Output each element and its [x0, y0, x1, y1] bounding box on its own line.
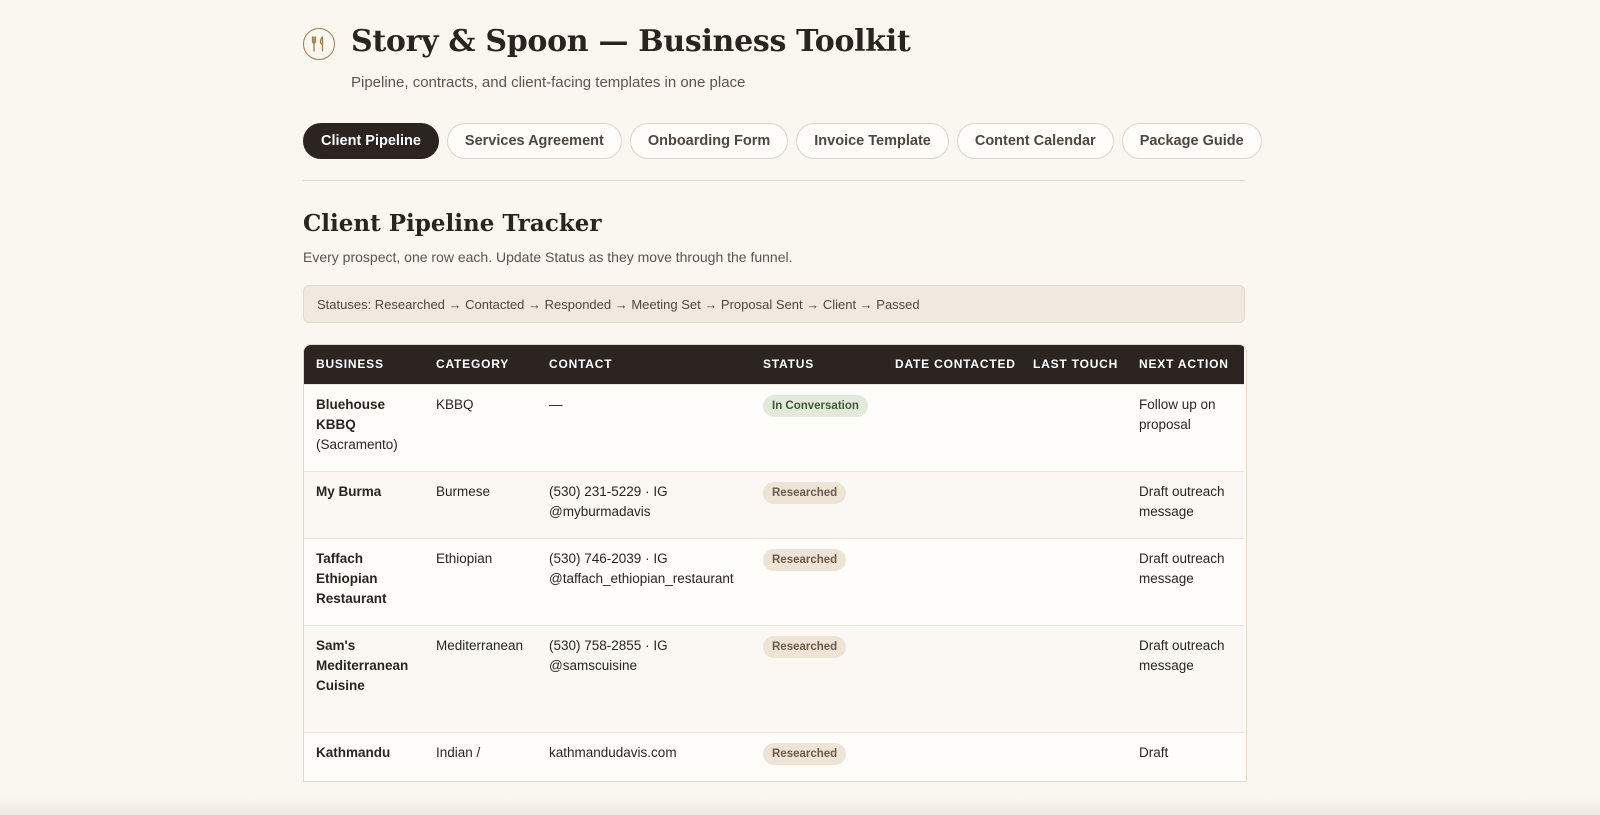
- cell-business[interactable]: My Burma: [304, 470, 424, 538]
- business-name: My Burma: [316, 483, 382, 499]
- table-row[interactable]: Sam's Mediterranean Cuisine Mediterranea…: [304, 624, 1244, 732]
- cell-date-contacted[interactable]: [883, 731, 1021, 781]
- cell-date-contacted[interactable]: [883, 624, 1021, 732]
- tab-invoice-template[interactable]: Invoice Template: [796, 123, 949, 159]
- statuses-legend: Statuses: Researched → Contacted → Respo…: [303, 285, 1245, 323]
- cell-contact[interactable]: (530) 746-2039 · IG @taffach_ethiopian_r…: [537, 537, 751, 625]
- cell-category[interactable]: Indian /: [424, 731, 537, 781]
- column-header-business[interactable]: Business: [304, 345, 424, 384]
- status-badge[interactable]: In Conversation: [763, 394, 868, 417]
- column-header-status[interactable]: Status: [751, 345, 883, 384]
- bottom-scroll-shadow: [0, 798, 1600, 815]
- cell-category[interactable]: KBBQ: [424, 383, 537, 471]
- cell-next-action[interactable]: Draft outreach message: [1127, 470, 1244, 538]
- cell-last-touch[interactable]: [1021, 537, 1127, 625]
- table-row[interactable]: Bluehouse KBBQ (Sacramento) KBBQ — In Con…: [304, 383, 1244, 471]
- business-name: Sam's Mediterranean Cuisine: [316, 637, 409, 693]
- business-name: Bluehouse KBBQ: [316, 396, 386, 432]
- cell-last-touch[interactable]: [1021, 383, 1127, 471]
- cell-next-action[interactable]: Draft outreach message: [1127, 624, 1244, 732]
- column-header-contact[interactable]: Contact: [537, 345, 751, 384]
- pipeline-table: Business Category Contact Status Date Co…: [303, 344, 1247, 782]
- page-title: Story & Spoon — Business Toolkit: [351, 24, 911, 59]
- column-header-last-touch[interactable]: Last Touch: [1021, 345, 1127, 384]
- cell-contact[interactable]: (530) 231-5229 · IG @myburmadavis: [537, 470, 751, 538]
- cell-business[interactable]: Bluehouse KBBQ (Sacramento): [304, 383, 424, 471]
- cell-status[interactable]: In Conversation: [751, 383, 883, 471]
- cell-status[interactable]: Researched: [751, 731, 883, 781]
- cell-status[interactable]: Researched: [751, 624, 883, 732]
- status-badge[interactable]: Researched: [763, 635, 847, 658]
- column-header-date-contacted[interactable]: Date Contacted: [883, 345, 1021, 384]
- cell-business[interactable]: Taffach Ethiopian Restaurant: [304, 537, 424, 625]
- tab-services-agreement[interactable]: Services Agreement: [446, 123, 622, 159]
- tab-package-guide[interactable]: Package Guide: [1121, 123, 1262, 159]
- divider: [303, 180, 1245, 181]
- cell-next-action[interactable]: Draft: [1127, 731, 1244, 781]
- cell-category[interactable]: Burmese: [424, 470, 537, 538]
- business-location: (Sacramento): [316, 436, 398, 452]
- column-header-next-action[interactable]: Next Action: [1127, 345, 1244, 384]
- page-subtitle: Pipeline, contracts, and client-facing t…: [351, 74, 746, 91]
- fork-spoon-icon: [303, 28, 335, 60]
- cell-contact[interactable]: kathmandudavis.com: [537, 731, 751, 781]
- cell-date-contacted[interactable]: [883, 383, 1021, 471]
- cell-next-action[interactable]: Draft outreach message: [1127, 537, 1244, 625]
- cell-status[interactable]: Researched: [751, 470, 883, 538]
- cell-date-contacted[interactable]: [883, 470, 1021, 538]
- cell-last-touch[interactable]: [1021, 731, 1127, 781]
- status-badge[interactable]: Researched: [763, 742, 847, 765]
- header: Story & Spoon — Business Toolkit Pipelin…: [303, 0, 1245, 94]
- cell-category[interactable]: Ethiopian: [424, 537, 537, 625]
- cell-status[interactable]: Researched: [751, 537, 883, 625]
- table-row[interactable]: My Burma Burmese (530) 231-5229 · IG @my…: [304, 470, 1244, 538]
- cell-last-touch[interactable]: [1021, 470, 1127, 538]
- tab-client-pipeline[interactable]: Client Pipeline: [303, 123, 439, 159]
- column-header-category[interactable]: Category: [424, 345, 537, 384]
- section-title: Client Pipeline Tracker: [303, 210, 602, 237]
- tab-bar: Client Pipeline Services Agreement Onboa…: [303, 123, 1262, 159]
- cell-date-contacted[interactable]: [883, 537, 1021, 625]
- cell-next-action[interactable]: Follow up on proposal: [1127, 383, 1244, 471]
- tab-content-calendar[interactable]: Content Calendar: [956, 123, 1114, 159]
- page: Story & Spoon — Business Toolkit Pipelin…: [303, 0, 1262, 782]
- table-row[interactable]: Taffach Ethiopian Restaurant Ethiopian (…: [304, 537, 1244, 625]
- section-description: Every prospect, one row each. Update Sta…: [303, 249, 793, 265]
- cell-category[interactable]: Mediterranean: [424, 624, 537, 732]
- table-header-row: Business Category Contact Status Date Co…: [304, 345, 1244, 384]
- business-name: Kathmandu: [316, 744, 391, 760]
- status-badge[interactable]: Researched: [763, 481, 847, 504]
- status-badge[interactable]: Researched: [763, 548, 847, 571]
- cell-last-touch[interactable]: [1021, 624, 1127, 732]
- cell-contact[interactable]: (530) 758-2855 · IG @samscuisine: [537, 624, 751, 732]
- cell-contact[interactable]: —: [537, 383, 751, 471]
- table-row[interactable]: Kathmandu Indian / kathmandudavis.com Re…: [304, 731, 1244, 781]
- cell-business[interactable]: Sam's Mediterranean Cuisine: [304, 624, 424, 732]
- business-name: Taffach Ethiopian Restaurant: [316, 550, 387, 606]
- tab-onboarding-form[interactable]: Onboarding Form: [629, 123, 789, 159]
- cell-business[interactable]: Kathmandu: [304, 731, 424, 781]
